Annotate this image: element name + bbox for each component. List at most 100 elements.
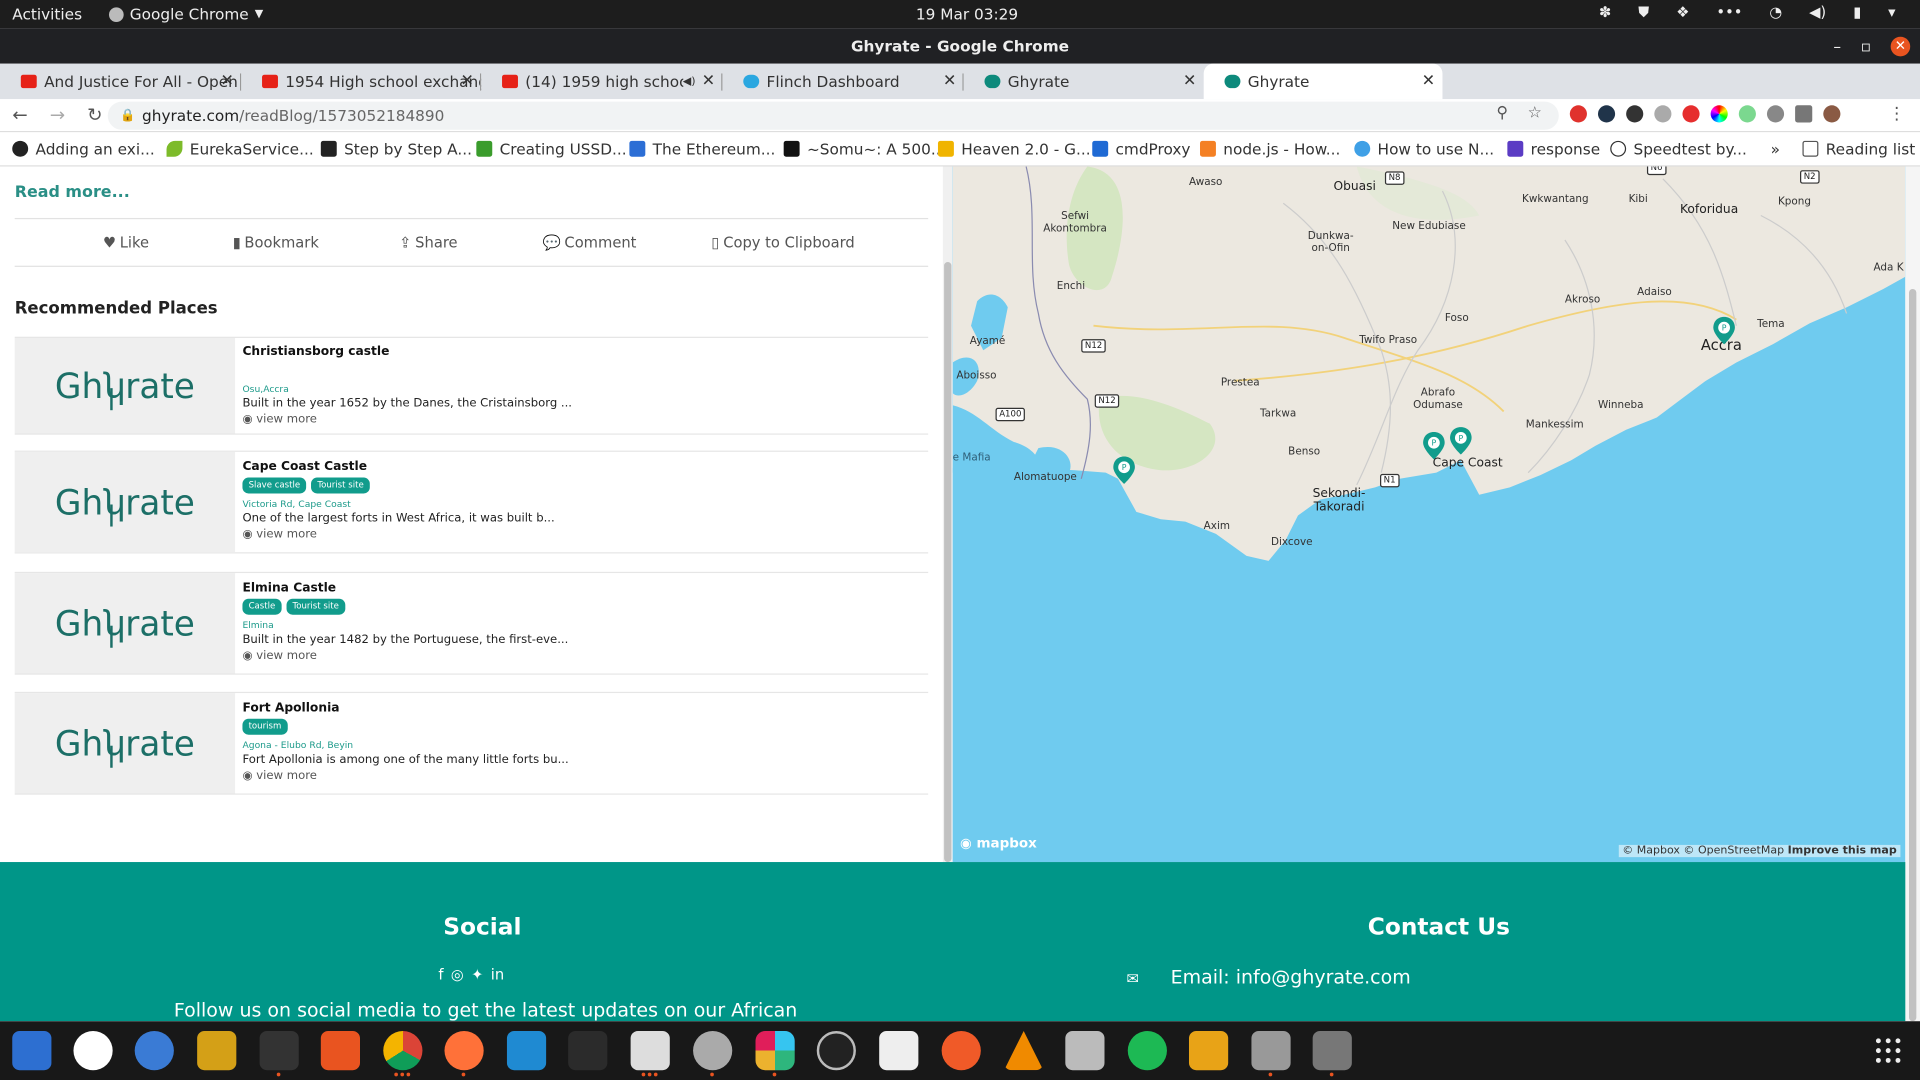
place-card[interactable]: Gh ʮ rate Cape Coast Castle Slave castle T… [14,450,929,554]
puzzle-icon[interactable] [1766,105,1785,123]
place-card[interactable]: Gh ʮ rate Fort Apollonia tourism Agona - E… [14,691,929,795]
bookmark-item[interactable]: node.js - How... [1200,140,1340,158]
facebook-icon[interactable]: f [438,966,443,983]
adblock-icon[interactable] [1682,105,1700,123]
scroll-thumb[interactable] [944,262,952,863]
reload-icon[interactable]: ↻ [87,104,102,126]
like-button[interactable]: ♥ Like [103,234,149,251]
power-menu-chevron-icon[interactable]: ▾ [1888,4,1895,22]
browser-tab[interactable]: Flinch Dashboard ✕ [722,64,964,100]
shield-tray-icon[interactable]: ⛊ [1638,4,1649,22]
place-card[interactable]: Gh ʮ rate Christiansborg castle Osu,Accra … [14,336,929,435]
page-scrollbar[interactable] [1905,166,1920,1022]
green-extension-icon[interactable] [1738,105,1756,123]
copy-to-clipboard-button[interactable]: ▯ Copy to Clipboard [711,234,854,251]
place-card[interactable]: Gh ʮ rate Elmina Castle Castle Tourist sit… [14,571,929,675]
react-devtools-icon[interactable] [1597,105,1616,123]
audio-playing-icon[interactable]: ◀) [683,75,696,87]
bookmark-star-icon[interactable]: ☆ [1528,104,1542,122]
system-monitor-icon[interactable] [568,1031,608,1071]
cloud-extension-icon[interactable] [1654,105,1672,123]
clock[interactable]: 19 Mar 03:29 [916,5,1018,23]
minimize-icon[interactable]: – [1833,28,1841,64]
volume-icon[interactable]: ◀) [1809,4,1826,22]
color-picker-icon[interactable] [1710,105,1728,123]
reading-list-button[interactable]: Reading list [1802,140,1915,158]
map-view[interactable]: Awaso Obuasi Kwkwantang Kibi Koforidua K… [952,166,1906,863]
view-more-link[interactable]: ◉ view more [242,649,928,662]
bookmark-item[interactable]: Step by Step A... [320,140,472,158]
wifi-icon[interactable]: ◔ [1769,4,1782,22]
vscode-icon[interactable] [506,1031,547,1071]
bookmark-item[interactable]: ~Somu~: A 500... [783,140,945,158]
calculator-icon[interactable] [1188,1031,1229,1071]
comment-button[interactable]: 💬 Comment [542,234,636,251]
tag-badge[interactable]: tourism [242,718,288,735]
linkedin-icon[interactable]: in [491,966,504,983]
atom-icon[interactable] [816,1031,856,1071]
software-center-icon[interactable] [320,1031,361,1071]
lock-icon[interactable]: 🔒 [120,102,135,130]
map-marker-christiansborg-castle[interactable]: P [1709,316,1738,345]
view-more-link[interactable]: ◉ view more [242,769,928,782]
postman-icon[interactable] [941,1031,981,1071]
omnibox[interactable]: 🔒 ghyrate.com/readBlog/1573052184890 [107,101,1559,130]
browser-tab[interactable]: 1954 High school exchang ✕ [241,64,482,100]
bookmark-item[interactable]: Adding an exi... [12,140,155,158]
tag-badge[interactable]: Tourist site [286,598,345,615]
tag-badge[interactable]: Slave castle [242,477,307,494]
read-more-link[interactable]: Read more... [15,184,130,202]
close-tab-icon[interactable]: ✕ [1422,72,1435,90]
attribution-text[interactable]: © Mapbox © OpenStreetMap [1622,845,1784,857]
map-marker-fort-apollonia[interactable]: P [1109,456,1138,485]
close-tab-icon[interactable]: ✕ [221,72,234,90]
instagram-icon[interactable]: ◎ [451,966,464,983]
terminal-icon[interactable] [259,1031,299,1071]
image-viewer-icon[interactable] [1251,1031,1291,1071]
view-more-link[interactable]: ◉ view more [242,413,928,426]
bookmark-item[interactable]: Creating USSD... [476,140,627,158]
tag-badge[interactable]: Tourist site [311,477,370,494]
close-tab-icon[interactable]: ✕ [461,72,474,90]
thunderbird-icon[interactable] [134,1031,174,1071]
bookmark-item[interactable]: EurekaService... [166,140,314,158]
maximize-icon[interactable]: ▫ [1861,28,1871,64]
location-icon[interactable]: ⚲ [1496,104,1508,122]
contact-email[interactable]: Email: info@ghyrate.com [1171,966,1411,988]
improve-map-link[interactable]: Improve this map [1788,845,1897,857]
spotify-icon[interactable] [1127,1031,1167,1071]
forward-icon[interactable]: → [50,104,65,126]
browser-tab[interactable]: And Justice For All - Open ✕ [0,64,242,100]
dashlane-icon[interactable] [1626,105,1644,123]
bookmark-item[interactable]: Speedtest by... [1610,140,1747,158]
slack-icon[interactable] [755,1031,795,1071]
dropbox-tray-icon[interactable]: ❖ [1676,4,1689,22]
bookmark-item[interactable]: Heaven 2.0 - G... [937,140,1091,158]
activities-button[interactable]: Activities [12,5,82,23]
map-marker-cape-coast-castle[interactable]: P [1446,426,1475,455]
bookmark-button[interactable]: ▮ Bookmark [233,234,319,251]
removable-drive-icon[interactable] [1312,1031,1352,1071]
view-more-link[interactable]: ◉ view more [242,528,928,541]
app-menu[interactable]: Google Chrome ▼ [108,5,263,23]
bookmark-item[interactable]: How to use N... [1354,140,1494,158]
media-controls-icon[interactable] [1795,105,1813,123]
back-icon[interactable]: ← [12,104,27,126]
slack-tray-icon[interactable]: ✽ [1599,4,1611,22]
close-tab-icon[interactable]: ✕ [943,72,956,90]
left-column-scrollbar[interactable] [942,166,953,863]
twitter-icon[interactable]: ✦ [471,966,483,983]
more-tray-icon[interactable]: ••• [1716,4,1742,22]
system-tray[interactable]: ✽ ⛊ ❖ ••• ◔ ◀) ▮ ▾ [1599,4,1895,22]
vlc-icon[interactable] [1004,1031,1044,1071]
libreoffice-writer-icon[interactable] [12,1031,52,1071]
kde-connect-icon[interactable] [73,1031,113,1071]
close-tab-icon[interactable]: ✕ [702,72,715,90]
show-applications-icon[interactable] [1875,1038,1901,1063]
map-marker-elmina-castle[interactable]: P [1419,431,1448,460]
firefox-icon[interactable] [444,1031,484,1071]
disk-utility-icon[interactable] [693,1031,733,1071]
bookmark-item[interactable]: The Ethereum... [629,140,775,158]
rhythmbox-icon[interactable] [197,1031,237,1071]
downloader-icon[interactable] [879,1031,919,1071]
